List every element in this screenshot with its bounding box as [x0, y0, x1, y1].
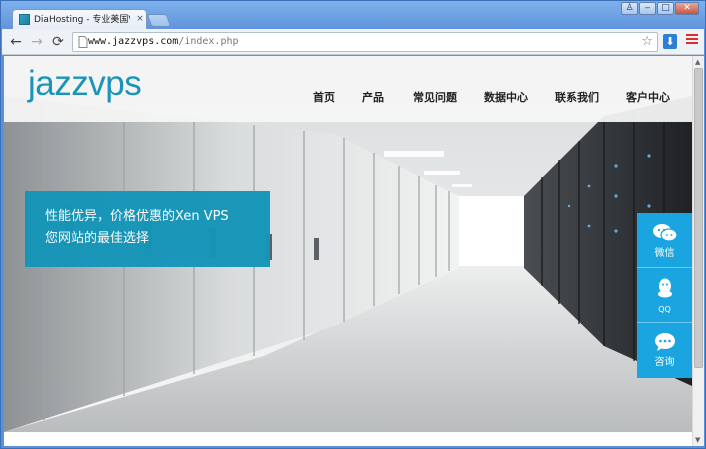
qq-button[interactable]: QQ — [637, 268, 692, 322]
download-icon[interactable]: ⬇ — [663, 34, 677, 49]
nav-faq[interactable]: 常见问题 — [413, 90, 457, 106]
reload-button[interactable]: ⟳ — [49, 33, 67, 51]
scroll-down-icon[interactable]: ▼ — [695, 436, 700, 444]
bookmark-star-icon[interactable]: ☆ — [641, 34, 653, 50]
minimize-button[interactable]: ‒ — [639, 2, 656, 15]
nav-datacenter[interactable]: 数据中心 — [484, 90, 528, 106]
nav-products[interactable]: 产品 — [362, 90, 384, 106]
nav-home[interactable]: 首页 — [313, 90, 335, 106]
url-host: www.jazzvps.com — [88, 36, 179, 47]
user-icon[interactable]: ♙ — [621, 2, 638, 15]
favicon-icon — [19, 14, 30, 25]
promo-line-2: 您网站的最佳选择 — [45, 231, 150, 246]
back-button[interactable]: ← — [7, 33, 25, 51]
page-footer-strip — [4, 432, 692, 446]
side-contact-bar: 微信 QQ 咨询 — [637, 213, 692, 378]
menu-icon[interactable] — [686, 34, 698, 48]
url-path: /index.php — [178, 36, 239, 47]
browser-window: DiaHosting - 专业美国VPS × ♙ ‒ □ ✕ ← → ⟳ www… — [0, 0, 706, 449]
promo-banner: 性能优异，价格优惠的Xen VPS 您网站的最佳选择 — [25, 191, 270, 267]
page-icon — [78, 36, 88, 48]
web-page: jazzvps 首页 产品 常见问题 数据中心 联系我们 客户中心 性能优异，价… — [4, 56, 692, 432]
vertical-scrollbar[interactable]: ▲ ▼ — [692, 56, 704, 446]
address-bar[interactable]: www.jazzvps.com/index.php ☆ — [72, 32, 658, 52]
wechat-label: 微信 — [654, 248, 675, 259]
site-header: jazzvps 首页 产品 常见问题 数据中心 联系我们 客户中心 — [4, 56, 692, 122]
main-nav: 首页 产品 常见问题 数据中心 联系我们 客户中心 — [4, 90, 692, 106]
nav-client-center[interactable]: 客户中心 — [626, 90, 670, 106]
new-tab-button[interactable] — [146, 14, 172, 27]
maximize-button[interactable]: □ — [657, 2, 674, 15]
window-controls: ♙ ‒ □ ✕ — [621, 2, 699, 16]
url-text: www.jazzvps.com/index.php — [88, 35, 239, 49]
nav-contact[interactable]: 联系我们 — [555, 90, 599, 106]
qq-label: QQ — [658, 305, 671, 314]
forward-button[interactable]: → — [28, 33, 46, 51]
browser-tab[interactable]: DiaHosting - 专业美国VPS × — [12, 9, 147, 29]
scroll-thumb[interactable] — [694, 68, 703, 368]
browser-toolbar: ← → ⟳ www.jazzvps.com/index.php ☆ ⬇ — [2, 29, 704, 55]
scroll-up-icon[interactable]: ▲ — [695, 58, 700, 66]
tab-title: DiaHosting - 专业美国VPS — [34, 15, 130, 25]
consult-button[interactable]: 咨询 — [637, 323, 692, 378]
tab-strip: DiaHosting - 专业美国VPS × ♙ ‒ □ ✕ — [1, 1, 705, 29]
wechat-icon — [652, 224, 678, 242]
close-button[interactable]: ✕ — [675, 2, 699, 15]
qq-icon — [657, 278, 672, 298]
chat-icon — [654, 333, 675, 351]
wechat-button[interactable]: 微信 — [637, 213, 692, 267]
tab-close-icon[interactable]: × — [135, 13, 145, 25]
promo-line-1: 性能优异，价格优惠的Xen VPS — [45, 209, 229, 224]
consult-label: 咨询 — [654, 357, 675, 368]
